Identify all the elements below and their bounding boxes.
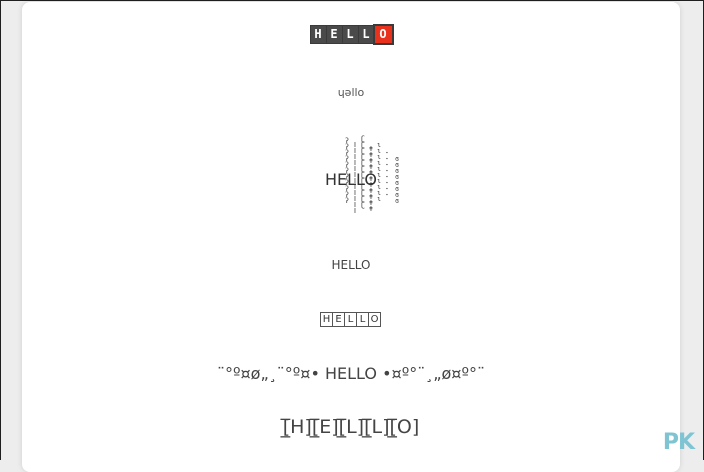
- boxed-letter: L: [357, 25, 375, 44]
- zalgo-mark-column: ʗʗʗʗʗʗʗʗʗʗʗʗ: [360, 135, 366, 209]
- boxed-letter: H: [309, 25, 327, 44]
- style-decorated[interactable]: ¨°º¤ø„¸¨°º¤• HELLO •¤º°¨¸„ø¤º°¨: [22, 364, 680, 383]
- style-upside-down[interactable]: ɥǝllo: [22, 86, 680, 99]
- zalgo-mark-column: ǂǂǂǂǂǂǂǂǂǂǂ: [368, 145, 374, 213]
- style-zalgo[interactable]: HELLO ʔʔʔʔʔʔʔʔʔʔʔ ǀǀǀǀǀǀǀǀǀǀǀǀ ʗʗʗʗʗʗʗʗʗ…: [22, 136, 680, 216]
- upside-down-text: ɥǝllo: [337, 86, 365, 99]
- zalgo-mark-column: ǀǀǀǀǀǀǀǀǀǀǀǀ: [352, 141, 358, 215]
- style-plain[interactable]: HELLO: [22, 258, 680, 272]
- style-squared[interactable]: H E L L O: [22, 312, 680, 327]
- zalgo-text: HELLO: [325, 170, 377, 189]
- zalgo-mark-column: ɩɩɩɩɩɩɩɩɩɩ: [376, 141, 382, 203]
- decorated-text: ¨°º¤ø„¸¨°º¤• HELLO •¤º°¨¸„ø¤º°¨: [216, 364, 486, 383]
- boxed-letter: E: [325, 25, 343, 44]
- plain-text: HELLO: [331, 258, 371, 272]
- zalgo-mark-column: ɞɞɞɞɞɞɞɞ: [394, 155, 400, 205]
- results-card: H E L L O ɥǝllo HELLO ʔʔʔʔʔʔʔʔʔʔʔ ǀǀǀǀǀǀ…: [22, 2, 680, 472]
- boxed-letter: L: [341, 25, 359, 44]
- site-watermark-logo: PK: [662, 430, 695, 455]
- style-boxed-letters[interactable]: H E L L O: [22, 24, 680, 45]
- zalgo-mark-column: ʔʔʔʔʔʔʔʔʔʔʔ: [344, 137, 350, 205]
- boxed-letter-accent: O: [372, 24, 394, 45]
- zalgo-mark-column: ꞏꞏꞏꞏꞏꞏꞏꞏ: [385, 149, 389, 199]
- style-bracketed[interactable]: [̲̅H][̲̅E][̲̅L][̲̅L][̲̅O]: [22, 416, 680, 438]
- bracketed-text: [̲̅H][̲̅E][̲̅L][̲̅L][̲̅O]: [282, 416, 420, 438]
- squared-letter: O: [368, 312, 381, 327]
- watermark-text: PK: [662, 430, 695, 455]
